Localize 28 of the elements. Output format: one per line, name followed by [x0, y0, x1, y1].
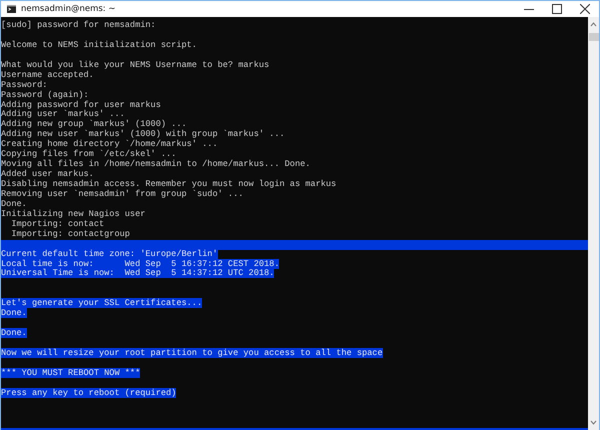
output-line: What would you like your NEMS Username to be? markus — [1, 60, 270, 70]
console-icon — [7, 5, 16, 13]
output-line: Username accepted. — [1, 70, 94, 80]
output-line: Adding user `markus' ... — [1, 109, 125, 120]
scroll-down-icon[interactable] — [589, 418, 598, 427]
output-line: Removing user `nemsadmin' from group `sudo' ... — [1, 188, 244, 199]
output-line: Adding new group `markus' (1000) ... — [1, 119, 187, 130]
output-line: Copying files from `/etc/skel' ... — [1, 149, 176, 160]
output-line: Adding password for user markus — [1, 100, 161, 110]
output-line: [sudo] password for nemsadmin: — [1, 20, 156, 30]
output-line: Importing: contactgroup — [10, 228, 130, 239]
maximize-icon — [552, 4, 562, 14]
output-line: Creating home directory `/home/markus' ... — [1, 139, 218, 150]
output-line: Adding new user `markus' (1000) with group `markus' ... — [1, 129, 285, 140]
output-line: Added user markus. — [1, 169, 94, 180]
output-line: Importing: contact — [10, 218, 104, 229]
output-line: Done. — [1, 198, 27, 209]
output-line: Disabling nemsadmin access. Remember you must now login as markus — [1, 179, 336, 189]
close-icon — [580, 4, 590, 14]
output-line: Moving all files in /home/nemsadmin to /home/markus... Done. — [1, 159, 310, 170]
output-line: Password: — [1, 80, 48, 90]
window-title: nemsadmin@nems: ~ — [21, 4, 116, 14]
scroll-thumb[interactable] — [588, 33, 598, 41]
scroll-up-icon[interactable] — [589, 20, 598, 29]
output-line: Password (again): — [1, 90, 89, 100]
output-line: Welcome to NEMS initialization script. — [1, 40, 197, 50]
scrollbar[interactable] — [588, 17, 599, 430]
output-line: Initializing new Nagios user — [1, 208, 146, 219]
